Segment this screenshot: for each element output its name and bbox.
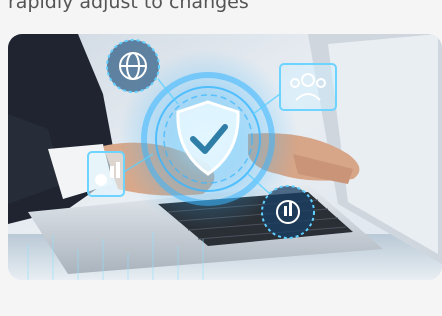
report-icon (87, 151, 125, 197)
hero-image (8, 34, 442, 280)
globe-icon (106, 39, 160, 93)
section-caption: rapidly adjust to changes (8, 0, 249, 13)
hero-image-card (8, 34, 442, 280)
users-icon (279, 63, 337, 111)
